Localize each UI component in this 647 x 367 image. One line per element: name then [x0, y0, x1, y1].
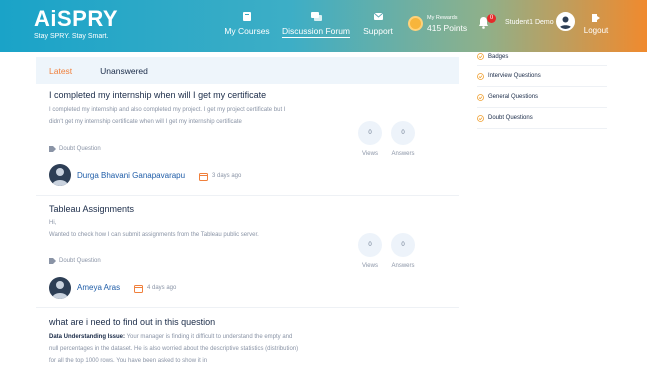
post-title[interactable]: I completed my internship when will I ge… — [49, 90, 266, 100]
views-stat: 0 Views — [355, 233, 385, 269]
notification-count-badge: 0 — [487, 14, 496, 23]
top-header: AiSPRY Stay SPRY. Stay Smart. My Courses… — [0, 0, 647, 52]
post-tag-label: Doubt Question — [59, 258, 101, 264]
user-name[interactable]: Student1 Demo — [505, 19, 554, 26]
mail-icon — [373, 12, 383, 20]
nav-discussion-forum-label: Discussion Forum — [281, 26, 351, 38]
category-label: Badges — [488, 53, 509, 60]
nav-discussion-forum[interactable]: Discussion Forum — [281, 11, 351, 38]
author-avatar[interactable] — [49, 277, 71, 299]
post-title[interactable]: Tableau Assignments — [49, 204, 134, 214]
category-item-badges[interactable]: Badges — [477, 48, 607, 66]
calendar-icon — [134, 285, 143, 293]
brand-logo[interactable]: AiSPRY Stay SPRY. Stay Smart. — [34, 6, 119, 41]
forum-post: Tableau Assignments Hi, Wanted to check … — [36, 196, 459, 308]
tab-latest[interactable]: Latest — [49, 66, 72, 76]
category-item-doubt-questions[interactable]: Doubt Questions — [477, 108, 607, 129]
category-label: Interview Questions — [488, 73, 541, 79]
tag-icon — [49, 258, 56, 264]
category-item-general-questions[interactable]: General Questions — [477, 87, 607, 108]
check-circle-icon — [477, 93, 484, 101]
logout-button[interactable]: Logout — [583, 13, 609, 35]
author-avatar-icon — [52, 281, 68, 299]
post-time: 4 days ago — [147, 285, 177, 291]
tag-icon — [49, 146, 56, 152]
views-count: 0 — [358, 121, 382, 145]
author-name[interactable]: Ameya Aras — [77, 283, 120, 292]
tab-unanswered[interactable]: Unanswered — [100, 66, 148, 76]
calendar-icon — [199, 173, 208, 181]
check-circle-icon — [477, 114, 484, 122]
nav-support[interactable]: Support — [360, 11, 396, 36]
forum-tabs: Latest Unanswered — [36, 57, 459, 84]
post-time: 3 days ago — [212, 173, 242, 179]
answers-stat: 0 Answers — [388, 233, 418, 269]
rewards-points: 415 Points — [427, 23, 468, 33]
author-avatar-icon — [52, 168, 68, 186]
post-tag[interactable]: Doubt Question — [49, 146, 101, 152]
post-excerpt: I completed my internship and also compl… — [49, 107, 286, 125]
nav-my-courses-label: My Courses — [224, 26, 270, 36]
user-avatar[interactable] — [556, 12, 575, 31]
author-name[interactable]: Durga Bhavani Ganapavarapu — [77, 171, 185, 180]
category-label: General Questions — [488, 94, 539, 100]
book-icon — [243, 12, 251, 21]
views-label: Views — [362, 151, 378, 157]
answers-label: Answers — [391, 151, 415, 157]
post-excerpt-line: Hi, — [49, 220, 57, 226]
post-tag[interactable]: Doubt Question — [49, 258, 101, 264]
logo-tagline: Stay SPRY. Stay Smart. — [34, 33, 109, 40]
answers-count: 0 — [391, 121, 415, 145]
forum-post: I completed my internship when will I ge… — [36, 84, 459, 196]
post-excerpt: Data Understanding Issue: Your manager i… — [49, 331, 301, 367]
post-tag-label: Doubt Question — [59, 146, 101, 152]
nav-my-courses[interactable]: My Courses — [224, 11, 270, 36]
check-circle-icon — [477, 72, 484, 80]
views-stat: 0 Views — [355, 121, 385, 157]
rewards-label: My Rewards — [427, 15, 458, 21]
post-excerpt-line: Wanted to check how I can submit assignm… — [49, 232, 259, 238]
views-label: Views — [362, 263, 378, 269]
user-avatar-icon — [559, 16, 572, 29]
author-avatar[interactable] — [49, 164, 71, 186]
post-excerpt-heading: Data Understanding Issue: — [49, 334, 126, 340]
post-title[interactable]: what are i need to find out in this ques… — [49, 317, 215, 327]
logo-text: AiSPRY — [34, 6, 119, 31]
answers-stat: 0 Answers — [388, 121, 418, 157]
check-circle-icon — [477, 53, 484, 60]
chat-bubbles-icon — [310, 12, 322, 21]
category-list: Badges Interview Questions General Quest… — [477, 48, 607, 129]
answers-count: 0 — [391, 233, 415, 257]
category-item-interview-questions[interactable]: Interview Questions — [477, 66, 607, 87]
logout-label: Logout — [583, 26, 609, 35]
views-count: 0 — [358, 233, 382, 257]
category-label: Doubt Questions — [488, 115, 533, 121]
logout-icon — [591, 14, 600, 22]
forum-post: what are i need to find out in this ques… — [36, 308, 459, 366]
coin-icon — [408, 15, 423, 31]
nav-support-label: Support — [363, 26, 393, 36]
answers-label: Answers — [391, 263, 415, 269]
rewards-widget[interactable]: My Rewards 415 Points — [408, 13, 467, 33]
